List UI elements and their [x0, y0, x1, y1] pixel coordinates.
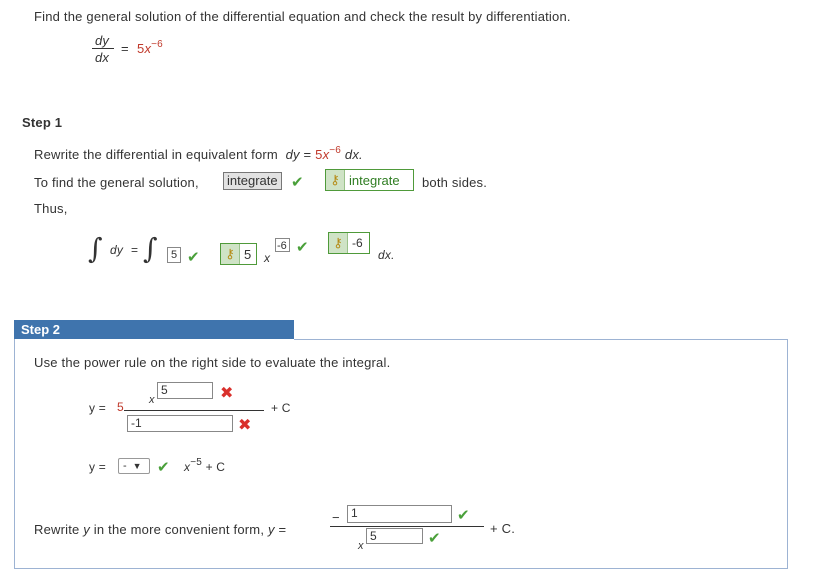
y-label: y =: [89, 401, 106, 415]
integral-sign-left: ∫: [88, 232, 103, 265]
cross-icon: ✖: [238, 417, 252, 434]
fraction-bar: [124, 410, 264, 411]
exponent-input[interactable]: -6: [275, 238, 290, 252]
step2-rewrite-line: Rewrite y in the more convenient form, y…: [34, 522, 287, 537]
exponent-answer: ⚷ -6: [328, 232, 370, 254]
equation-rhs: 5x−6: [137, 39, 163, 56]
fraction-bar: [330, 526, 484, 527]
power-numerator-input[interactable]: 5: [157, 382, 213, 399]
denominator-x: x: [358, 540, 364, 552]
key-icon[interactable]: ⚷: [329, 233, 348, 253]
integral-sign-right: ∫: [143, 232, 158, 265]
plus-c-final: + C.: [490, 521, 516, 536]
equation-eq: =: [121, 41, 129, 56]
check-icon: ✔: [296, 239, 309, 256]
check-icon: ✔: [291, 174, 304, 191]
integral-lhs: dy: [110, 243, 124, 257]
check-icon: ✔: [428, 530, 441, 547]
chevron-down-icon: ▼: [132, 461, 142, 471]
sign-select[interactable]: - ▼: [118, 458, 150, 474]
x-power-term: x−5 + C: [184, 457, 226, 474]
check-icon: ✔: [157, 459, 170, 476]
convenient-numerator-input[interactable]: 1: [347, 505, 452, 523]
minus-sign: −: [332, 510, 340, 525]
cross-icon: ✖: [220, 385, 234, 402]
y2-label: y =: [89, 460, 106, 474]
plus-c: + C: [271, 401, 291, 415]
integral-eq: =: [131, 243, 139, 257]
lhs-denominator: dx: [95, 50, 110, 65]
integrate-input[interactable]: integrate: [223, 172, 282, 190]
step2-header: Step 2: [14, 320, 294, 339]
step1-rewrite-line: Rewrite the differential in equivalent f…: [34, 145, 363, 162]
lhs-numerator: dy: [95, 33, 110, 48]
integral-dx: dx.: [378, 248, 395, 262]
power-denominator-input[interactable]: -1: [127, 415, 233, 432]
key-icon[interactable]: ⚷: [326, 170, 345, 190]
numerator-x: x: [149, 394, 155, 406]
step2-coef: 5: [117, 400, 124, 414]
key-icon[interactable]: ⚷: [221, 244, 240, 264]
convenient-denominator-input[interactable]: 5: [366, 528, 423, 544]
problem-prompt: Find the general solution of the differe…: [34, 9, 571, 24]
step1-find-text: To find the general solution,: [34, 175, 199, 190]
fraction-bar: [92, 48, 114, 49]
step1-find-after: both sides.: [422, 175, 488, 190]
step1-label: Step 1: [22, 115, 63, 130]
check-icon: ✔: [457, 507, 470, 524]
integrand-x: x: [264, 251, 271, 265]
coef-input[interactable]: 5: [167, 247, 181, 263]
coef-answer: ⚷ 5: [220, 243, 257, 265]
integrate-answer: ⚷ integrate: [325, 169, 414, 191]
step2-instruction: Use the power rule on the right side to …: [34, 355, 391, 370]
thus-label: Thus,: [34, 201, 68, 216]
check-icon: ✔: [187, 249, 200, 266]
